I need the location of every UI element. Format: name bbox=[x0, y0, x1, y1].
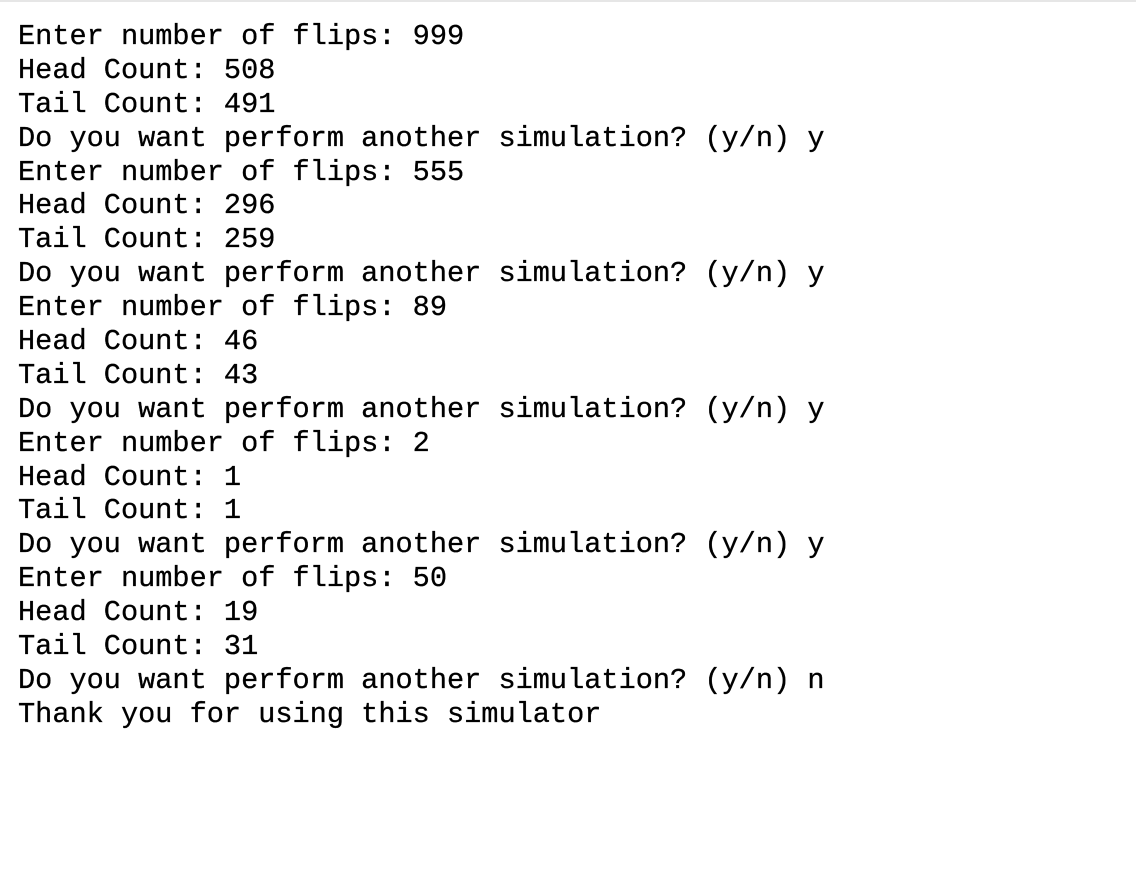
console-line: Head Count: 508 bbox=[18, 53, 276, 87]
console-line: Thank you for using this simulator bbox=[18, 697, 602, 731]
console-line: Head Count: 19 bbox=[18, 596, 259, 630]
console-line: Tail Count: 491 bbox=[18, 87, 276, 121]
console-line: Enter number of flips: 2 bbox=[18, 426, 430, 460]
console-line: Head Count: 296 bbox=[18, 189, 276, 223]
console-line: Enter number of flips: 50 bbox=[18, 562, 447, 596]
console-line: Enter number of flips: 555 bbox=[18, 155, 465, 189]
console-line: Do you want perform another simulation? … bbox=[18, 528, 825, 562]
console-line: Tail Count: 43 bbox=[18, 358, 259, 392]
console-line: Tail Count: 1 bbox=[18, 494, 242, 528]
console-line: Do you want perform another simulation? … bbox=[18, 121, 825, 155]
console-line: Head Count: 1 bbox=[18, 460, 242, 494]
console-line: Do you want perform another simulation? … bbox=[18, 257, 825, 291]
console-line: Head Count: 46 bbox=[18, 325, 259, 359]
console-output: Enter number of flips: 999 Head Count: 50… bbox=[18, 20, 825, 732]
console-line: Do you want perform another simulation? … bbox=[18, 392, 825, 426]
console-line: Enter number of flips: 999 bbox=[18, 20, 465, 53]
console-line: Tail Count: 31 bbox=[18, 630, 259, 664]
console-line: Do you want perform another simulation? … bbox=[18, 663, 825, 697]
console-line: Tail Count: 259 bbox=[18, 223, 276, 257]
console-line: Enter number of flips: 89 bbox=[18, 291, 447, 325]
